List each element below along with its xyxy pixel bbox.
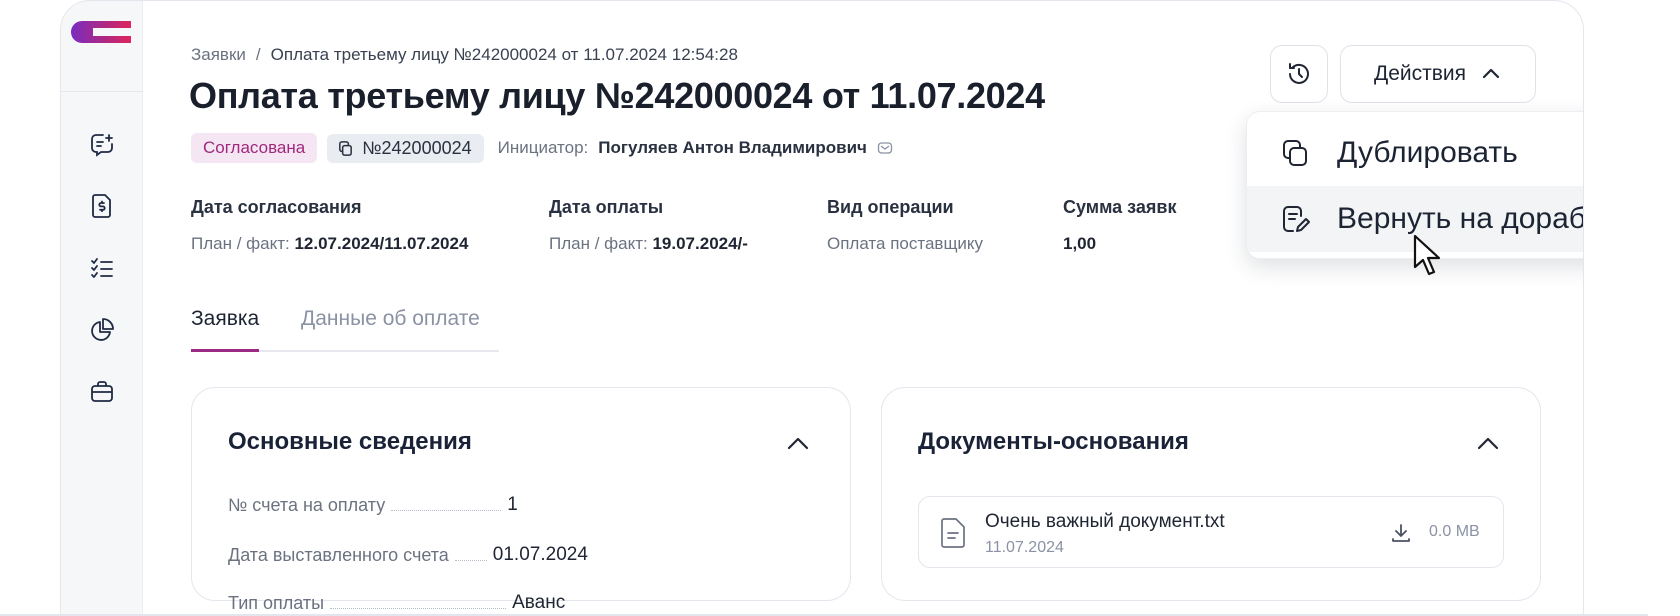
- briefcase-icon: [91, 381, 113, 402]
- info-prefix: План / факт:: [191, 234, 290, 253]
- duplicate-icon: [1283, 140, 1307, 166]
- copy-icon: [339, 140, 353, 156]
- info-approval-date: Дата согласования План / факт: 12.07.202…: [191, 197, 468, 254]
- add-request-icon: [91, 134, 113, 157]
- info-label: Дата оплаты: [549, 197, 664, 217]
- history-icon: [1289, 63, 1309, 84]
- info-operation-type: Вид операции Оплата поставщику: [827, 197, 983, 254]
- info-prefix: План / факт:: [549, 234, 648, 253]
- breadcrumb: Заявки / Оплата третьему лицу №242000024 о…: [191, 45, 738, 65]
- field-value: 1: [507, 494, 518, 515]
- request-number: №242000024: [362, 137, 472, 158]
- field-value: 01.07.2024: [492, 544, 588, 565]
- breadcrumb-separator: /: [255, 45, 261, 64]
- sidebar-item-requests[interactable]: [85, 128, 119, 162]
- actions-label: Действия: [1373, 62, 1466, 85]
- actions-button[interactable]: Действия: [1340, 45, 1536, 103]
- sidebar: [61, 1, 143, 616]
- app-frame: Заявки / Оплата третьему лицу №242000024 о…: [60, 0, 1584, 616]
- document-item[interactable]: Очень важный документ.txt 11.07.2024 0.0…: [918, 496, 1504, 568]
- initiator-label: Инициатор:: [497, 138, 589, 157]
- field-invoice-date: Дата выставленного счета 01.07.2024: [228, 544, 818, 566]
- initiator-name: Погуляев Антон Владимирович: [598, 138, 867, 157]
- field-invoice-number: № счета на оплату 1: [228, 494, 818, 516]
- history-button[interactable]: [1270, 45, 1328, 103]
- tab-payment-data[interactable]: Данные об оплате: [301, 307, 480, 331]
- document-name[interactable]: Очень важный документ.txt: [985, 511, 1225, 533]
- copy-number-badge[interactable]: №242000024: [327, 133, 484, 163]
- info-main-value: 19.07.2024/-: [652, 234, 748, 253]
- logo-icon: [71, 21, 131, 43]
- breadcrumb-root[interactable]: Заявки: [191, 45, 246, 64]
- field-leader: [454, 560, 487, 561]
- checklist-icon: [91, 258, 113, 278]
- payment-document-icon: [92, 194, 111, 218]
- tab-bar: Заявка Данные об оплате: [191, 307, 499, 352]
- page-title: Оплата третьему лицу №242000024 от 11.07…: [189, 75, 1045, 116]
- info-amount: Сумма заявк 1,00: [1063, 197, 1176, 254]
- info-value: План / факт: 12.07.2024/11.07.2024: [191, 234, 468, 254]
- chevron-up-icon[interactable]: [1474, 430, 1502, 458]
- info-label: Дата согласования: [191, 197, 362, 217]
- breadcrumb-current: Оплата третьему лицу №242000024 от 11.07…: [270, 45, 738, 64]
- menu-item-label: Дублировать: [1337, 136, 1518, 169]
- download-icon[interactable]: [1389, 521, 1413, 545]
- document-date: 11.07.2024: [985, 539, 1064, 556]
- info-payment-date: Дата оплаты План / факт: 19.07.2024/-: [549, 197, 748, 254]
- sidebar-item-payments[interactable]: [85, 189, 119, 223]
- document-size: 0.0 MB: [1429, 523, 1480, 540]
- field-leader: [391, 510, 502, 511]
- field-payment-type: Тип оплаты Аванс: [228, 592, 818, 614]
- info-value: Оплата поставщику: [827, 234, 984, 253]
- main-info-card: Основные сведения № счета на оплату 1 Да…: [191, 387, 851, 613]
- mouse-cursor-icon: [1413, 234, 1441, 276]
- sidebar-item-portfolio[interactable]: [85, 375, 119, 409]
- return-edit-icon: [1283, 206, 1310, 232]
- info-label: Сумма заявк: [1063, 197, 1177, 217]
- chevron-up-icon: [1482, 68, 1500, 79]
- meta-row: Согласована №242000024 Инициатор: Погуля…: [191, 133, 893, 163]
- documents-card: Документы-основания Очень важный докумен…: [881, 387, 1541, 601]
- info-value: План / факт: 19.07.2024/-: [549, 234, 748, 254]
- sidebar-item-tasks[interactable]: [85, 251, 119, 285]
- info-value: 1,00: [1063, 234, 1097, 253]
- chevron-up-icon[interactable]: [784, 430, 812, 458]
- info-main-value: 12.07.2024/11.07.2024: [294, 234, 469, 253]
- file-text-icon: [941, 518, 965, 548]
- tab-request[interactable]: Заявка: [191, 307, 260, 352]
- sidebar-item-reports[interactable]: [85, 313, 119, 347]
- main-content: Заявки / Оплата третьему лицу №242000024 о…: [143, 1, 1583, 616]
- field-label: № счета на оплату: [228, 495, 386, 515]
- menu-item-duplicate[interactable]: Дублировать: [1247, 120, 1583, 186]
- card-title: Документы-основания: [918, 428, 1189, 455]
- menu-item-label: Вернуть на доработку: [1337, 202, 1583, 235]
- field-label: Дата выставленного счета: [228, 545, 449, 565]
- field-value: Аванс: [512, 592, 566, 613]
- status-badge: Согласована: [191, 133, 318, 163]
- card-title: Основные сведения: [228, 428, 472, 455]
- pie-chart-icon: [91, 318, 114, 341]
- mail-icon[interactable]: [877, 140, 893, 156]
- field-leader: [330, 608, 507, 609]
- sidebar-divider: [61, 91, 143, 92]
- info-label: Вид операции: [827, 197, 954, 217]
- field-label: Тип оплаты: [228, 593, 325, 613]
